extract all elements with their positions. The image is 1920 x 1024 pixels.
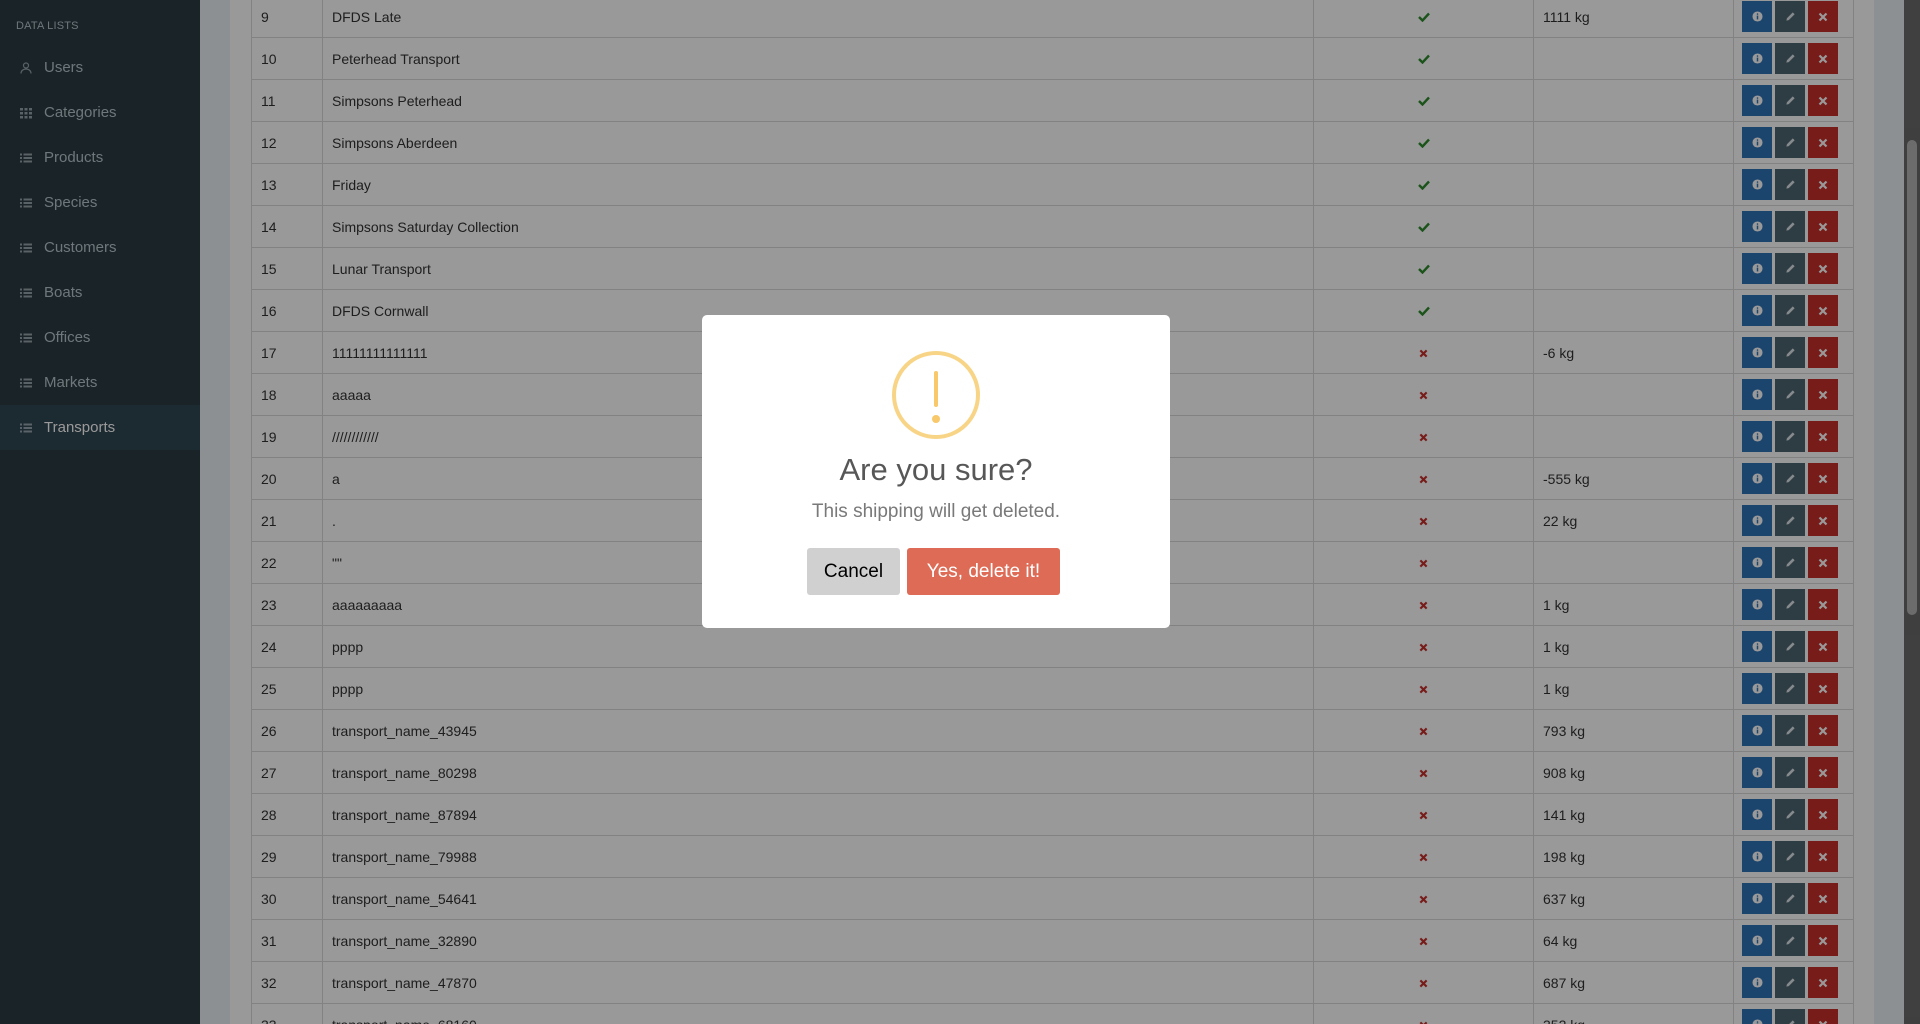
dialog-title: Are you sure? — [839, 452, 1033, 487]
dialog-text: This shipping will get deleted. — [811, 501, 1061, 522]
cancel-button[interactable]: Cancel — [807, 548, 900, 595]
confirm-dialog: Are you sure? This shipping will get del… — [702, 315, 1170, 628]
warning-icon — [892, 351, 980, 439]
confirm-delete-button[interactable]: Yes, delete it! — [907, 548, 1060, 595]
